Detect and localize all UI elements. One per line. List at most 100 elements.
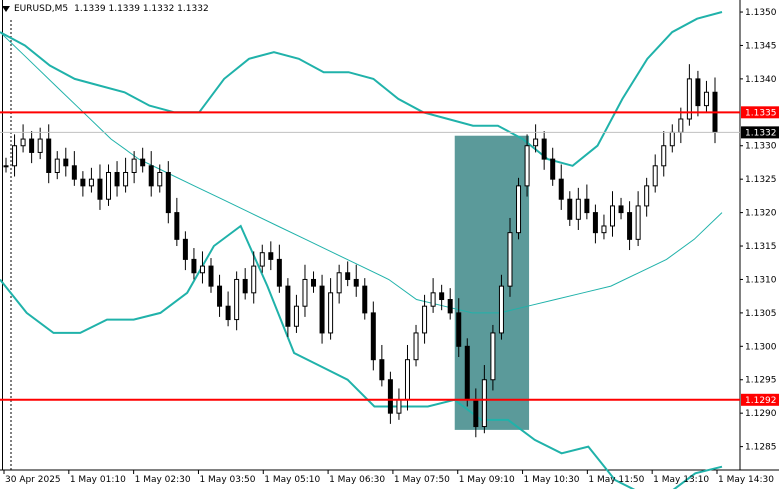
symbol-header[interactable]: EURUSD,M5 1.1339 1.1339 1.1332 1.1332 xyxy=(2,2,209,16)
time-axis[interactable]: 30 Apr 2025 1 May 01:10 1 May 02:30 1 May 0… xyxy=(3,470,774,485)
candle-body xyxy=(157,171,163,187)
price-tick-label: 1.1290 xyxy=(745,409,777,419)
candle-body xyxy=(703,91,709,107)
candle-body xyxy=(37,138,43,153)
level-price-label: 1.1292 xyxy=(745,396,777,406)
candle-body xyxy=(652,165,658,187)
candle-body xyxy=(447,299,453,314)
candle-body xyxy=(456,312,462,347)
chart-menu-triangle-icon[interactable] xyxy=(2,6,10,12)
candle-body xyxy=(251,265,257,294)
candle-body xyxy=(507,232,513,287)
candle-body xyxy=(123,171,129,187)
candle-body xyxy=(661,145,667,167)
bb-upper-line xyxy=(0,11,723,167)
candle-body xyxy=(285,285,291,327)
price-tick-label: 1.1345 xyxy=(745,41,777,51)
candle-body xyxy=(644,185,650,207)
candle-body xyxy=(29,138,35,153)
price-tick-label: 1.1285 xyxy=(745,443,777,453)
candle-body xyxy=(54,158,60,173)
candle-body xyxy=(302,278,308,307)
candle-body xyxy=(695,78,701,107)
candle-body xyxy=(533,138,539,147)
chart-svg[interactable]: 1.13351.12921.1332 1.13501.13451.13401.1… xyxy=(0,0,781,493)
candle-body xyxy=(80,178,86,187)
candle-body xyxy=(481,379,487,428)
candle-body xyxy=(439,292,445,301)
time-tick-label: 1 May 11:50 xyxy=(588,475,644,485)
candle-body xyxy=(88,178,94,187)
time-tick-label: 1 May 05:10 xyxy=(264,475,320,485)
level-price-label: 1.1335 xyxy=(745,108,777,118)
candle-body xyxy=(191,258,197,274)
ohlc-values: 1.1339 1.1339 1.1332 1.1332 xyxy=(74,4,209,14)
price-axis[interactable]: 1.1350 1.1345 1.1340 1.1330 1.1325 1.1320 1.13… xyxy=(740,8,777,453)
candle-body xyxy=(71,165,77,180)
candle-body xyxy=(609,205,615,227)
candle-body xyxy=(387,379,393,414)
candle-body xyxy=(516,185,522,234)
candle-body xyxy=(12,145,18,167)
candle-body xyxy=(20,138,26,147)
candle-body xyxy=(669,131,675,147)
candle-body xyxy=(268,252,274,260)
candle-body xyxy=(601,225,607,234)
candle-body xyxy=(345,272,351,280)
candle-body xyxy=(208,265,214,287)
candle-body xyxy=(422,305,428,334)
price-tick-label: 1.1330 xyxy=(745,142,777,152)
candle-body xyxy=(464,345,470,401)
candle-body xyxy=(63,158,69,167)
candle-body xyxy=(379,359,385,381)
bollinger-bands xyxy=(0,11,723,493)
candle-body xyxy=(558,178,564,200)
price-tick-label: 1.1305 xyxy=(745,309,777,319)
candle-body xyxy=(174,212,180,240)
candle-body xyxy=(225,305,231,321)
time-tick-label: 1 May 03:50 xyxy=(199,475,255,485)
candle-body xyxy=(635,205,641,240)
candle-body xyxy=(404,359,410,401)
price-tick-label: 1.1295 xyxy=(745,376,777,386)
candle-body xyxy=(319,285,325,334)
candle-body xyxy=(148,165,154,187)
chart-window[interactable]: 1.1335 1.1292 1.1332 1.1350 1.1345 1.1340 1.1… xyxy=(0,0,781,493)
candle-body xyxy=(678,118,684,133)
candle-body xyxy=(592,212,598,234)
bb-lower-line xyxy=(0,224,723,493)
candle-body xyxy=(498,285,504,334)
candle-body xyxy=(199,265,205,274)
candle-body xyxy=(97,178,103,200)
price-tick-label: 1.1310 xyxy=(745,275,777,285)
candle-body xyxy=(550,158,556,180)
price-tick-label: 1.1315 xyxy=(745,242,777,252)
candle-body xyxy=(618,205,624,214)
candle-body xyxy=(473,399,479,428)
time-tick-label: 30 Apr 2025 xyxy=(5,475,61,485)
candle-body xyxy=(311,278,317,287)
symbol-label: EURUSD,M5 xyxy=(14,4,69,14)
candle-body xyxy=(328,292,334,334)
candle-body xyxy=(140,158,146,167)
candle-body xyxy=(370,312,376,361)
price-tick-label: 1.1325 xyxy=(745,175,777,185)
candle-body xyxy=(46,138,52,173)
candle-body xyxy=(242,278,248,294)
candle-body xyxy=(353,278,359,287)
candle-body xyxy=(396,399,402,414)
candle-body xyxy=(336,272,342,294)
price-tick-label: 1.1350 xyxy=(745,8,777,18)
candle-body xyxy=(3,165,9,168)
time-tick-label: 1 May 06:30 xyxy=(329,475,385,485)
candle-body xyxy=(165,171,171,214)
time-tick-label: 1 May 13:10 xyxy=(653,475,709,485)
candle-body xyxy=(541,138,547,160)
candle-body xyxy=(131,158,137,173)
time-tick-label: 1 May 10:30 xyxy=(524,475,580,485)
candle-body xyxy=(259,252,265,267)
candle-body xyxy=(584,198,590,214)
candle-body xyxy=(106,171,112,200)
candle-body xyxy=(627,212,633,240)
time-tick-label: 1 May 02:30 xyxy=(135,475,191,485)
